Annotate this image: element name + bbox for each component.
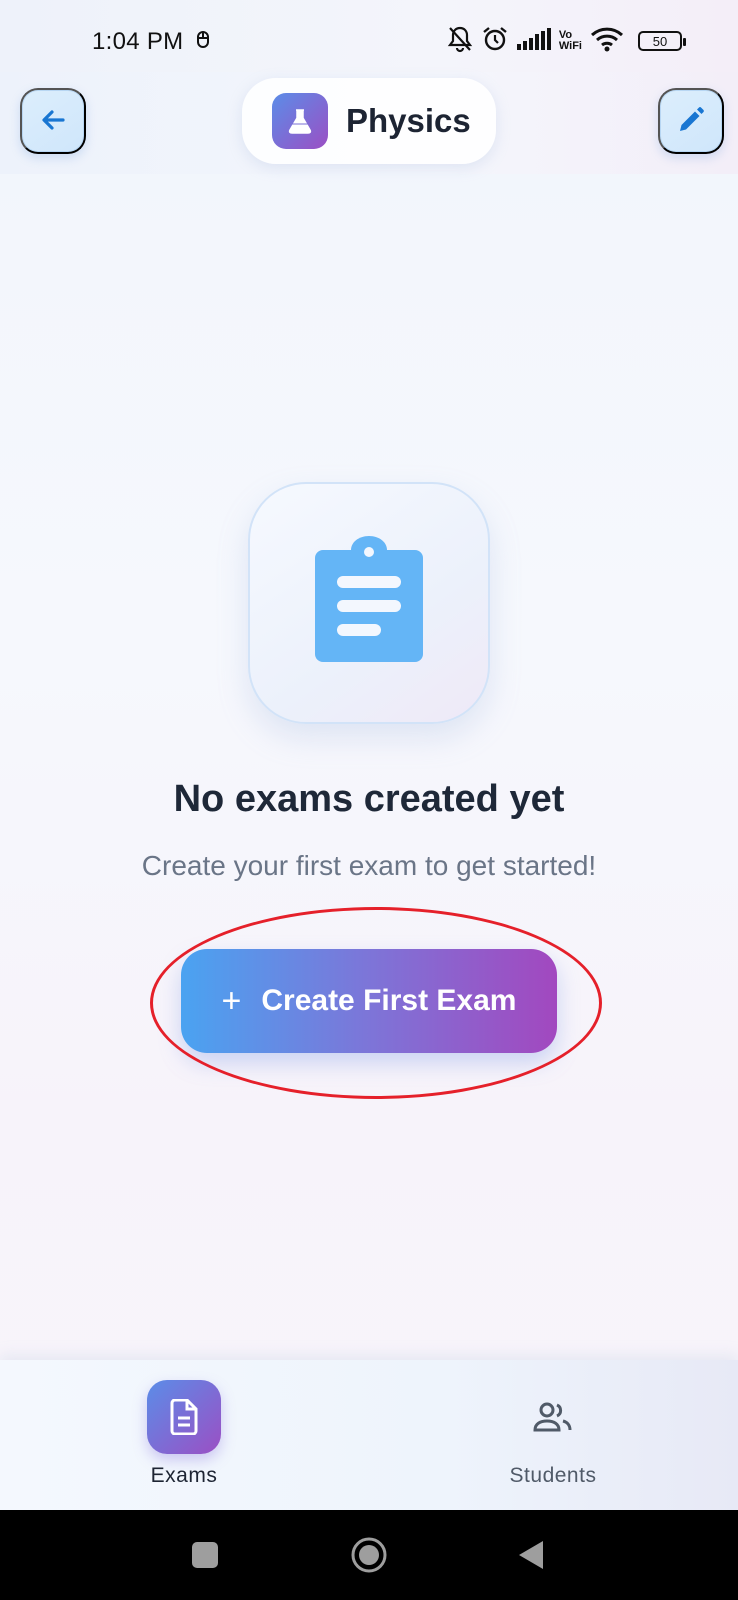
- vowifi-icon: Vo WiFi: [559, 30, 582, 52]
- clipboard-icon: [311, 535, 427, 671]
- battery-icon: 50: [638, 31, 686, 51]
- alarm-icon: [481, 25, 509, 58]
- empty-state-subtitle: Create your first exam to get started!: [141, 850, 597, 881]
- title-pill: Physics: [242, 78, 496, 164]
- nav-item-students[interactable]: Students: [453, 1380, 653, 1500]
- people-icon: [516, 1380, 590, 1454]
- empty-state-card: [248, 482, 490, 724]
- status-time: 1:04 PM: [92, 28, 184, 55]
- signal-icon: [516, 27, 551, 55]
- wifi-icon: [590, 26, 624, 57]
- battery-level: 50: [652, 33, 668, 49]
- home-circle-icon[interactable]: [350, 1510, 388, 1600]
- nav-item-exams[interactable]: Exams: [84, 1380, 284, 1500]
- recents-square-icon[interactable]: [190, 1510, 220, 1600]
- back-triangle-icon[interactable]: [516, 1510, 546, 1600]
- back-button[interactable]: [20, 88, 86, 154]
- plus-icon: +: [221, 982, 242, 1020]
- status-bar: 1:04 PM Vo WiFi 50: [0, 0, 738, 80]
- page-title: Physics: [346, 102, 471, 139]
- system-nav-bar: [0, 1510, 738, 1600]
- edit-button[interactable]: [658, 88, 724, 154]
- vowifi-bottom: WiFi: [558, 40, 582, 52]
- empty-state-title: No exams created yet: [173, 778, 565, 820]
- nav-label-students: Students: [509, 1464, 597, 1487]
- bell-off-icon: [447, 25, 473, 58]
- pencil-icon: [675, 104, 707, 139]
- status-icons: Vo WiFi 50: [447, 24, 686, 58]
- notification-icon: [196, 30, 210, 55]
- create-first-exam-label: Create First Exam: [261, 984, 517, 1017]
- back-arrow-icon: [37, 104, 69, 139]
- document-icon: [147, 1380, 221, 1454]
- bottom-nav: Exams Students: [0, 1360, 738, 1510]
- nav-label-exams: Exams: [150, 1464, 218, 1487]
- flask-icon: [272, 93, 328, 149]
- app-header: Physics: [0, 72, 738, 174]
- create-first-exam-button[interactable]: + Create First Exam: [181, 949, 557, 1053]
